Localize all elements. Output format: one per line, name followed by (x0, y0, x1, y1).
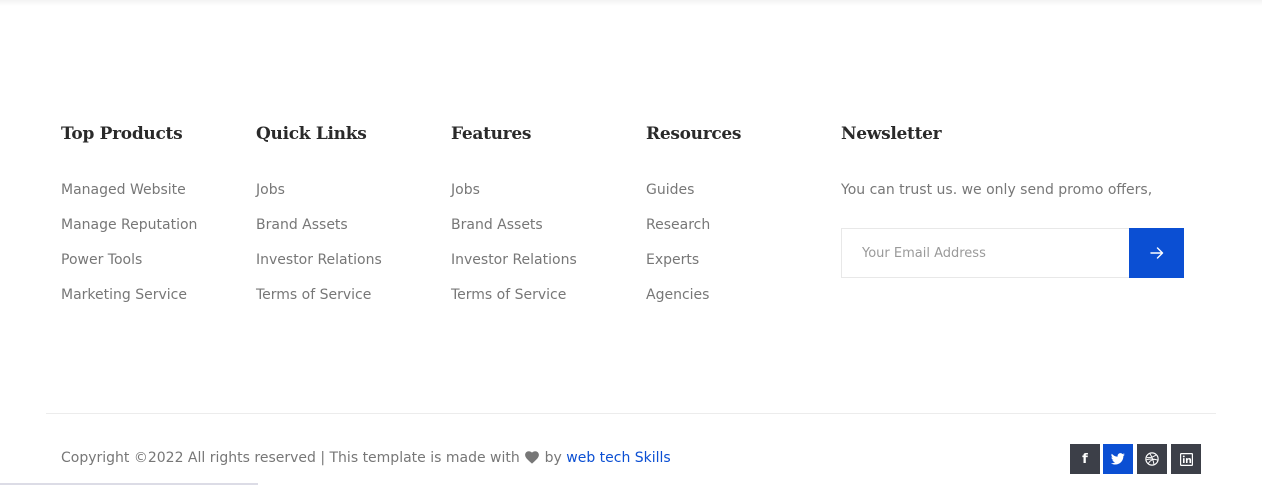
column-heading: Quick Links (256, 124, 367, 144)
footer-link[interactable]: Manage Reputation (61, 214, 241, 249)
heart-icon (525, 451, 540, 464)
footer-link[interactable]: Experts (646, 249, 826, 284)
footer-link[interactable]: Jobs (256, 179, 436, 214)
linkedin-icon (1179, 452, 1193, 466)
column-top-products: Top Products Managed Website Manage Repu… (61, 122, 197, 303)
link-list: Managed Website Manage Reputation Power … (61, 179, 241, 319)
facebook-icon: f (1082, 451, 1088, 467)
footer-link[interactable]: Investor Relations (256, 249, 436, 284)
facebook-link[interactable]: f (1070, 444, 1100, 474)
header-shadow (0, 0, 1262, 6)
footer-link[interactable]: Terms of Service (256, 284, 436, 319)
column-newsletter: Newsletter You can trust us. we only sen… (841, 122, 1184, 278)
copyright-prefix: Copyright ©2022 All rights reserved | Th… (61, 450, 520, 466)
footer-columns: Top Products Managed Website Manage Repu… (0, 122, 1262, 322)
linkedin-link[interactable] (1171, 444, 1201, 474)
author-link[interactable]: web tech Skills (566, 450, 670, 466)
footer-link[interactable]: Jobs (451, 179, 631, 214)
column-heading: Top Products (61, 124, 183, 144)
newsletter-heading: Newsletter (841, 124, 942, 144)
subscribe-button[interactable] (1129, 228, 1184, 278)
column-resources: Resources Guides Research Experts Agenci… (646, 122, 742, 303)
by-text: by (544, 450, 562, 466)
email-input[interactable] (841, 228, 1129, 278)
dribbble-link[interactable] (1137, 444, 1167, 474)
twitter-link[interactable] (1103, 444, 1133, 474)
column-features: Features Jobs Brand Assets Investor Rela… (451, 122, 577, 303)
newsletter-description: You can trust us. we only send promo off… (841, 182, 1153, 198)
arrow-right-icon (1149, 247, 1163, 259)
subscribe-form (841, 228, 1184, 278)
footer-link[interactable]: Guides (646, 179, 826, 214)
footer-link[interactable]: Research (646, 214, 826, 249)
link-list: Jobs Brand Assets Investor Relations Ter… (451, 179, 631, 319)
link-list: Jobs Brand Assets Investor Relations Ter… (256, 179, 436, 319)
twitter-icon (1111, 453, 1125, 465)
footer-link[interactable]: Power Tools (61, 249, 241, 284)
column-heading: Features (451, 124, 532, 144)
footer-link[interactable]: Brand Assets (451, 214, 631, 249)
footer-link[interactable]: Investor Relations (451, 249, 631, 284)
dribbble-icon (1145, 452, 1159, 466)
footer-link[interactable]: Terms of Service (451, 284, 631, 319)
footer-link[interactable]: Agencies (646, 284, 826, 319)
footer-link[interactable]: Brand Assets (256, 214, 436, 249)
footer-link[interactable]: Marketing Service (61, 284, 241, 319)
footer-divider (46, 413, 1216, 414)
column-heading: Resources (646, 124, 742, 144)
column-quick-links: Quick Links Jobs Brand Assets Investor R… (256, 122, 382, 303)
footer-link[interactable]: Managed Website (61, 179, 241, 214)
link-list: Guides Research Experts Agencies (646, 179, 826, 319)
copyright-text: Copyright ©2022 All rights reserved | Th… (61, 447, 671, 469)
